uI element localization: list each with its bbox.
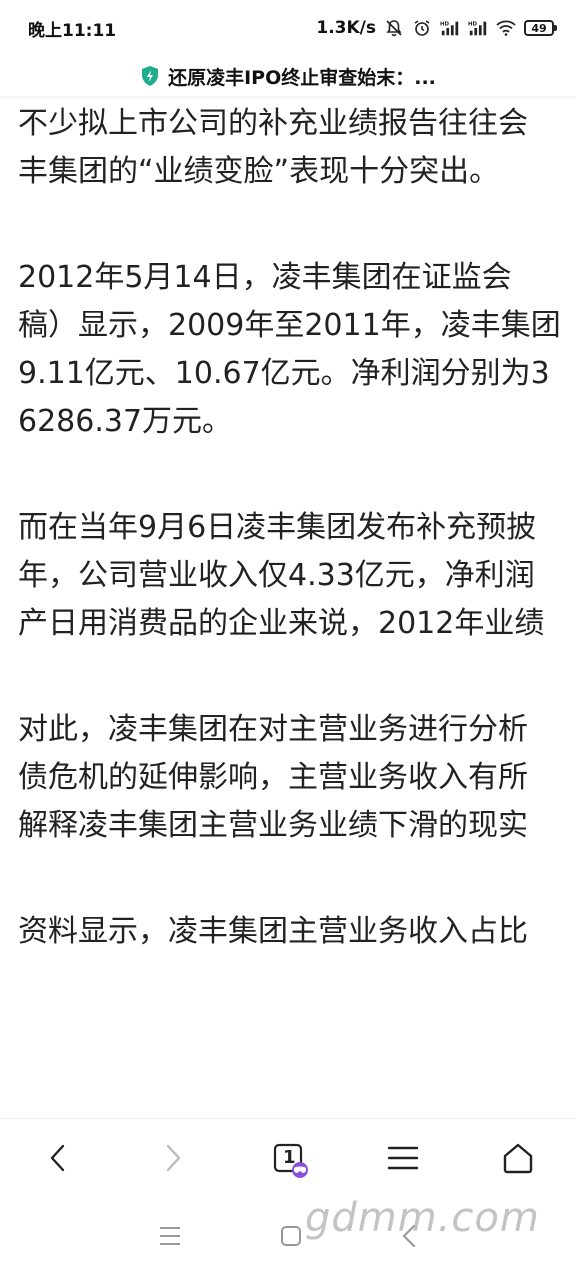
article-line: 2012年5月14日，凌丰集团在证监会 [18,260,512,295]
chevron-left-icon [50,1144,64,1172]
battery-level: 49 [531,21,547,35]
system-recents-button[interactable] [158,1225,182,1251]
net-speed: 1.3K/s [316,18,376,38]
article-paragraph: 资料显示，凌丰集团主营业务收入占比 [18,908,576,956]
back-button[interactable] [28,1128,88,1188]
article-line: 不少拟上市公司的补充业绩报告往往会 [18,106,528,141]
article-line: 9.11亿元、10.67亿元。净利润分别为3 [18,356,550,391]
shield-icon [140,65,160,87]
article-paragraph: 而在当年9月6日凌丰集团发布补充预披 年，公司营业收入仅4.33亿元，净利润 产日用… [18,504,576,648]
article-body: 不少拟上市公司的补充业绩报告往往会 丰集团的“业绩变脸”表现十分突出。 2012年5… [18,100,576,956]
article-line: 丰集团的“业绩变脸”表现十分突出。 [18,154,500,189]
system-home-button[interactable] [279,1224,303,1252]
article-line: 而在当年9月6日凌丰集团发布补充预披 [18,510,537,545]
incognito-mask-icon [291,1162,308,1178]
mute-bell-icon [384,18,404,38]
square-home-icon [280,1226,301,1246]
page-title: 还原凌丰IPO终止审查始末：... [168,66,436,89]
article-line: 稿）显示，2009年至2011年，凌丰集团 [18,308,561,343]
article-line: 6286.37万元。 [18,404,233,439]
svg-text:HD: HD [440,21,450,27]
article-line: 年，公司营业收入仅4.33亿元，净利润 [18,558,535,593]
home-icon [504,1143,533,1174]
signal-hd-1-icon: HD [440,18,460,38]
home-button[interactable] [488,1128,548,1188]
article-line: 债危机的延伸影响，主营业务收入有所 [18,760,528,795]
status-bar: 晚上11:11 1.3K/s HD HD 49 [0,0,576,56]
article-paragraph: 2012年5月14日，凌丰集团在证监会稿）显示，2009年至2011年，凌丰集团… [18,254,576,446]
tabs-button[interactable]: 1 [258,1128,318,1188]
screen: 晚上11:11 1.3K/s HD HD 49 还原凌丰IPO终止审查始末：..… [0,0,576,1280]
article-paragraph: 对此，凌丰集团在对主营业务进行分析 债危机的延伸影响，主营业务收入有所 解释凌丰集团… [18,706,576,850]
recents-menu-icon [160,1227,181,1245]
article-line: 产日用消费品的企业来说，2012年业绩 [18,606,545,641]
status-icons: 1.3K/s HD HD 49 [316,18,557,38]
svg-text:HD: HD [468,21,478,27]
article-line: 资料显示，凌丰集团主营业务收入占比 [18,914,528,949]
article-line: 解释凌丰集团主营业务业绩下滑的现实 [18,808,528,843]
signal-hd-2-icon: HD [468,18,488,38]
chevron-right-icon [166,1144,180,1172]
alarm-icon [412,18,432,38]
wifi-icon [496,18,516,38]
battery-icon: 49 [524,20,557,36]
forward-button[interactable] [143,1128,203,1188]
hamburger-menu-icon [387,1146,419,1170]
watermark: gdmm.com [305,1195,540,1241]
article-paragraph: 不少拟上市公司的补充业绩报告往往会 丰集团的“业绩变脸”表现十分突出。 [18,100,576,196]
page-title-bar[interactable]: 还原凌丰IPO终止审查始末：... [0,56,576,96]
status-time: 晚上11:11 [28,20,117,41]
article-line: 对此，凌丰集团在对主营业务进行分析 [18,712,528,747]
browser-toolbar: 1 [0,1118,576,1197]
menu-button[interactable] [373,1128,433,1188]
